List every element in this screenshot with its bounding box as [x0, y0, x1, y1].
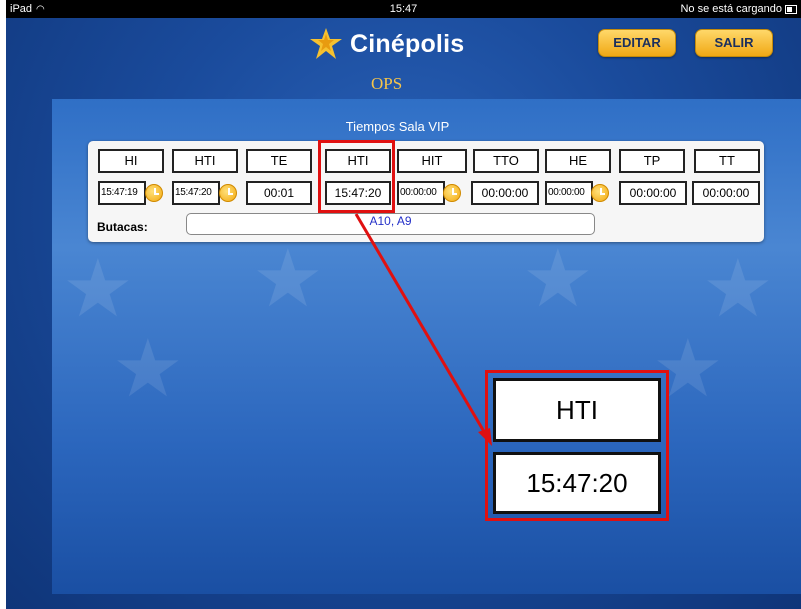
- edit-button[interactable]: EDITAR: [598, 29, 676, 57]
- value-tto: 00:00:00: [471, 181, 539, 205]
- value-te: 00:01: [246, 181, 312, 205]
- header-hit: HIT: [397, 149, 467, 173]
- ops-subtitle: OPS: [371, 74, 403, 93]
- star-watermark-icon: ★: [252, 234, 324, 323]
- star-watermark-icon: ★: [112, 324, 184, 413]
- clock-icon[interactable]: [591, 184, 609, 202]
- value-tt: 00:00:00: [692, 181, 760, 205]
- status-bar: iPad ◠ 15:47 No se está cargando: [6, 0, 801, 18]
- clock-icon[interactable]: [219, 184, 237, 202]
- zoom-value-cell: 15:47:20: [493, 452, 661, 514]
- battery-icon: [785, 4, 797, 14]
- highlight-box-zoom: HTI 15:47:20: [485, 370, 669, 521]
- highlight-box-small: [318, 140, 395, 213]
- header-hti: HTI: [172, 149, 238, 173]
- times-table: HI HTI TE HTI HIT TTO HE TP TT 15:47:19 …: [88, 141, 764, 242]
- cinepolis-logo: Cinépolis: [306, 26, 464, 62]
- value-hit[interactable]: 00:00:00: [397, 181, 445, 205]
- app-screen: iPad ◠ 15:47 No se está cargando ★ ★ ★ ★ …: [6, 0, 801, 609]
- zoom-header-cell: HTI: [493, 378, 661, 442]
- value-hi[interactable]: 15:47:19: [98, 181, 146, 205]
- value-hti[interactable]: 15:47:20: [172, 181, 220, 205]
- cinepolis-star-icon: [310, 28, 342, 59]
- star-watermark-icon: ★: [702, 244, 774, 333]
- clock-icon[interactable]: [145, 184, 163, 202]
- butacas-label: Butacas:: [97, 220, 148, 234]
- header-tp: TP: [619, 149, 685, 173]
- table-title: Tiempos Sala VIP: [345, 119, 450, 134]
- header-hi: HI: [98, 149, 164, 173]
- header-he: HE: [545, 149, 611, 173]
- butacas-field[interactable]: A10, A9: [186, 213, 595, 235]
- value-tp: 00:00:00: [619, 181, 687, 205]
- star-watermark-icon: ★: [62, 244, 134, 333]
- exit-button[interactable]: SALIR: [695, 29, 773, 57]
- battery-status: No se está cargando: [680, 0, 797, 18]
- star-watermark-icon: ★: [522, 234, 594, 323]
- logo-text: Cinépolis: [350, 29, 465, 58]
- header-tto: TTO: [473, 149, 539, 173]
- clock-icon[interactable]: [443, 184, 461, 202]
- value-he[interactable]: 00:00:00: [545, 181, 593, 205]
- header-tt: TT: [694, 149, 760, 173]
- header-te: TE: [246, 149, 312, 173]
